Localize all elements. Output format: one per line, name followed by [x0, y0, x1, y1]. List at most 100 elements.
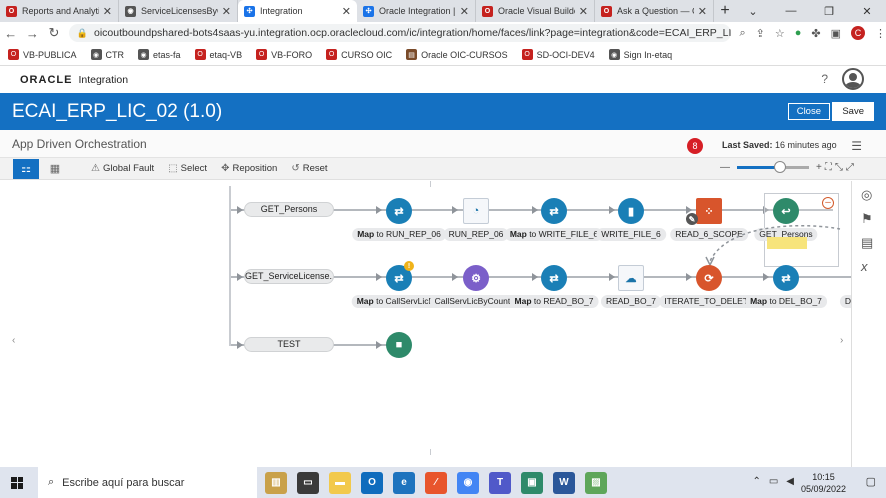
- collapse-node-icon[interactable]: –: [822, 197, 834, 209]
- chevron-up-icon[interactable]: ⌃: [752, 476, 760, 487]
- app-icon[interactable]: ▣: [521, 471, 543, 494]
- file-explorer-icon[interactable]: ▬: [329, 471, 351, 494]
- canvas-view-icon[interactable]: ⚏: [13, 158, 39, 179]
- close-button[interactable]: Close: [787, 103, 830, 120]
- task-view-icon[interactable]: ▭: [297, 471, 319, 494]
- scroll-left-icon[interactable]: ‹: [12, 335, 15, 346]
- minimize-icon[interactable]: —: [772, 0, 810, 22]
- teams-icon[interactable]: T: [489, 471, 511, 494]
- browser-tab[interactable]: O Reports and Analytics ✕: [0, 0, 119, 22]
- action-label[interactable]: Map to RUN_REP_06: [352, 228, 446, 241]
- browser-tab[interactable]: O Ask a Question — Clo ✕: [595, 0, 714, 22]
- browser-tab[interactable]: O Oracle Visual Builder ✕: [476, 0, 595, 22]
- action-label[interactable]: Map to WRITE_FILE_6: [504, 228, 604, 241]
- url-input[interactable]: 🔒 oicoutboundpshared-bots4saas-yu.integr…: [68, 24, 732, 42]
- zoom-slider[interactable]: [737, 161, 809, 173]
- taskbar-search-input[interactable]: ⌕ Escribe aquí para buscar: [38, 467, 257, 498]
- bookmark[interactable]: O VB-FORO: [256, 49, 312, 60]
- word-icon[interactable]: W: [553, 471, 575, 494]
- windows-start-icon[interactable]: [11, 476, 23, 489]
- bookmark[interactable]: ▤ Oracle OIC-CURSOS: [406, 49, 508, 60]
- actions-menu-icon[interactable]: ☰: [851, 139, 862, 153]
- close-tab-icon[interactable]: ✕: [342, 5, 351, 18]
- document-icon[interactable]: ▤: [861, 235, 873, 251]
- error-count-badge[interactable]: 8: [687, 138, 703, 154]
- help-icon[interactable]: ?: [821, 72, 828, 86]
- back-icon[interactable]: ←: [0, 26, 22, 41]
- bi-report-icon[interactable]: ◔: [463, 198, 489, 224]
- file-icon[interactable]: ▮: [618, 198, 644, 224]
- select-button[interactable]: ⬚ Select: [168, 163, 207, 174]
- bookmark[interactable]: O SD-OCI-DEV4: [521, 49, 595, 60]
- orchestration-canvas[interactable]: GET_Persons ⇄ Map to RUN_REP_06 ◔ RUN_RE…: [0, 181, 851, 467]
- target-icon[interactable]: ◎: [861, 187, 872, 203]
- map-icon[interactable]: ⇄: [541, 265, 567, 291]
- stop-icon[interactable]: ■: [386, 332, 412, 358]
- browser-tab[interactable]: ✣ Oracle Integration | Cl ✕: [357, 0, 476, 22]
- map-icon[interactable]: ⇄: [773, 265, 799, 291]
- browser-tab-active[interactable]: ✣ Integration ✕: [238, 0, 357, 22]
- action-label[interactable]: D: [839, 295, 851, 308]
- scroll-right-icon[interactable]: ›: [840, 335, 843, 346]
- zoom-slider-thumb[interactable]: [774, 161, 786, 173]
- puzzle-icon[interactable]: ✤: [811, 27, 820, 40]
- pseudo-view-icon[interactable]: ▦: [45, 159, 65, 179]
- flag-icon[interactable]: ⚑: [861, 211, 873, 227]
- app-icon[interactable]: ▨: [585, 471, 607, 494]
- route-label[interactable]: GET_ServiceLicense...: [244, 269, 334, 284]
- close-tab-icon[interactable]: ✕: [103, 5, 112, 18]
- action-label[interactable]: CallServLicByCountry: [429, 295, 523, 308]
- fit-icon[interactable]: ⛶: [825, 162, 832, 173]
- notifications-icon[interactable]: ▢: [866, 475, 876, 488]
- wrench-icon[interactable]: ✎: [686, 213, 698, 225]
- profile-avatar[interactable]: C: [851, 26, 866, 40]
- chrome-icon[interactable]: ◉: [457, 471, 479, 494]
- system-clock[interactable]: 10:15 05/09/2022: [801, 471, 846, 495]
- cloud-icon[interactable]: ☁: [618, 265, 644, 291]
- action-label[interactable]: ITERATE_TO_DELETE: [659, 295, 759, 308]
- bookmark[interactable]: ◉ CTR: [90, 49, 124, 60]
- warning-icon[interactable]: !: [404, 261, 414, 271]
- restore-icon[interactable]: ❐: [810, 0, 848, 22]
- bookmark[interactable]: O CURSO OIC: [326, 49, 392, 60]
- global-fault-button[interactable]: ⚠ Global Fault: [91, 163, 154, 174]
- bookmark[interactable]: Oetaq-VB: [194, 49, 242, 60]
- bookmark[interactable]: O VB-PUBLICA: [8, 49, 77, 60]
- volume-icon[interactable]: ◀: [786, 476, 794, 487]
- edge-icon[interactable]: e: [393, 471, 415, 494]
- close-window-icon[interactable]: ✕: [848, 0, 886, 22]
- invoke-icon[interactable]: ⚙: [463, 265, 489, 291]
- route-label[interactable]: GET_Persons: [244, 202, 334, 217]
- action-label[interactable]: WRITE_FILE_6: [596, 228, 666, 241]
- reposition-button[interactable]: ✥ Reposition: [221, 163, 277, 174]
- route-label[interactable]: TEST: [244, 337, 334, 352]
- forward-icon[interactable]: →: [22, 26, 44, 41]
- close-tab-icon[interactable]: ✕: [460, 5, 469, 18]
- sidepanel-icon[interactable]: ▣: [831, 27, 841, 40]
- app-icon[interactable]: ⁄: [425, 471, 447, 494]
- search-icon[interactable]: ⌕: [739, 27, 745, 40]
- share-icon[interactable]: ⇪: [756, 27, 765, 40]
- action-label[interactable]: Map to READ_BO_7: [509, 295, 599, 308]
- outlook-icon[interactable]: O: [361, 471, 383, 494]
- reset-button[interactable]: ↺ Reset: [291, 163, 327, 174]
- variables-icon[interactable]: x: [861, 259, 868, 274]
- expand-icon[interactable]: ⤢: [846, 162, 854, 173]
- map-icon[interactable]: ⇄: [541, 198, 567, 224]
- user-avatar-icon[interactable]: [842, 68, 864, 90]
- new-tab-button[interactable]: +: [714, 0, 736, 22]
- action-label[interactable]: Map to DEL_BO_7: [745, 295, 827, 308]
- close-tab-icon[interactable]: ✕: [698, 5, 707, 18]
- tab-search-icon[interactable]: ⌄: [734, 0, 772, 22]
- browser-tab[interactable]: ◉ ServiceLicensesByCou ✕: [119, 0, 238, 22]
- bookmark[interactable]: ◉ etas-fa: [138, 49, 181, 60]
- action-label[interactable]: READ_BO_7: [600, 295, 662, 308]
- collapse-icon[interactable]: ⤡: [835, 162, 843, 173]
- zoom-in-icon[interactable]: +: [816, 162, 822, 173]
- action-label[interactable]: RUN_REP_06: [443, 228, 509, 241]
- map-icon[interactable]: ⇄: [386, 198, 412, 224]
- bookmark[interactable]: ◉ Sign In-etaq: [608, 49, 672, 60]
- save-button[interactable]: Save: [832, 102, 874, 121]
- close-tab-icon[interactable]: ✕: [579, 5, 588, 18]
- browser-menu-icon[interactable]: ⋮: [875, 27, 886, 40]
